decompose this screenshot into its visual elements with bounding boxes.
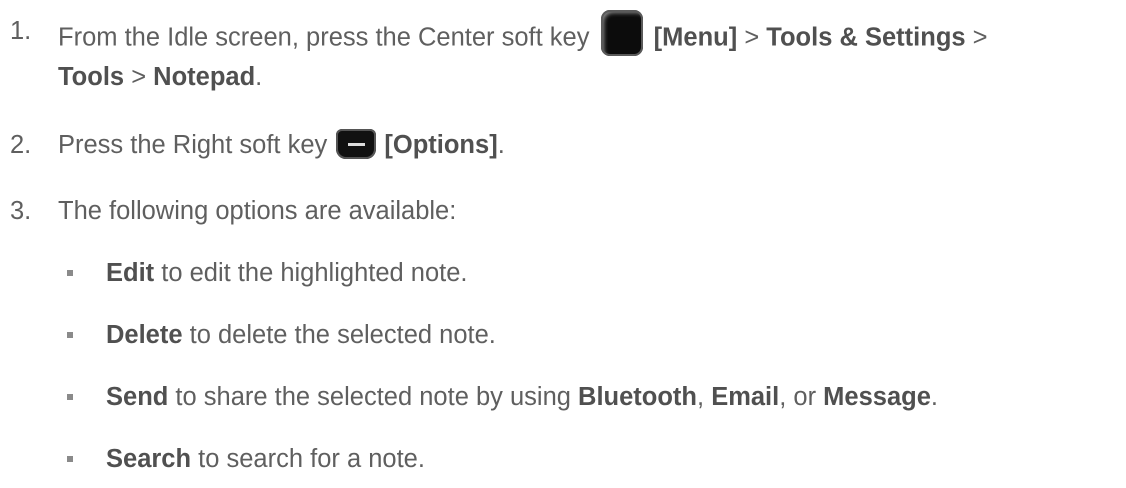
period: . bbox=[255, 63, 263, 91]
separator: > bbox=[737, 23, 767, 52]
email-label: Email bbox=[711, 383, 780, 411]
option-desc: to share the selected note by using bbox=[168, 383, 579, 411]
period: . bbox=[930, 383, 938, 411]
step-1-text-cont: Tools > Notepad. bbox=[58, 62, 262, 92]
tools-label: Tools bbox=[58, 63, 125, 91]
message-label: Message bbox=[823, 383, 931, 411]
notepad-label: Notepad bbox=[153, 63, 256, 91]
step-3-text: The following options are available: bbox=[58, 197, 457, 225]
list-item: Edit to edit the highlighted note. bbox=[106, 258, 468, 288]
option-desc: to delete the selected note. bbox=[182, 321, 496, 349]
step-2-text: Press the Right soft key [Options]. bbox=[58, 129, 505, 161]
step-number: 2. bbox=[10, 131, 32, 159]
bluetooth-label: Bluetooth bbox=[578, 383, 698, 411]
period: . bbox=[497, 131, 505, 159]
tools-settings-label: Tools & Settings bbox=[766, 23, 966, 52]
step-text: Press the Right soft key bbox=[58, 131, 335, 159]
list-item: Send to share the selected note by using… bbox=[106, 382, 938, 412]
bullet-icon bbox=[67, 332, 73, 338]
list-item: Search to search for a note. bbox=[106, 444, 425, 474]
option-name: Edit bbox=[106, 259, 155, 287]
menu-label: [Menu] bbox=[653, 23, 738, 52]
option-name: Delete bbox=[106, 321, 183, 349]
list-item: Delete to delete the selected note. bbox=[106, 320, 496, 350]
center-soft-key-icon bbox=[600, 10, 643, 56]
option-name: Search bbox=[106, 445, 192, 473]
separator: , or bbox=[779, 383, 824, 411]
options-label: [Options] bbox=[384, 131, 498, 159]
step-number: 3. bbox=[10, 197, 32, 225]
step-text: From the Idle screen, press the Center s… bbox=[58, 23, 597, 52]
right-soft-key-icon bbox=[336, 129, 377, 160]
step-number: 1. bbox=[10, 17, 32, 45]
option-name: Send bbox=[106, 383, 169, 411]
separator: > bbox=[965, 23, 988, 52]
option-desc: to edit the highlighted note. bbox=[154, 259, 468, 287]
bullet-icon bbox=[67, 270, 73, 276]
step-1-text: From the Idle screen, press the Center s… bbox=[58, 10, 988, 62]
bullet-icon bbox=[67, 394, 73, 400]
separator: , bbox=[697, 383, 712, 411]
separator: > bbox=[124, 63, 154, 91]
bullet-icon bbox=[67, 456, 73, 462]
option-desc: to search for a note. bbox=[191, 445, 425, 473]
